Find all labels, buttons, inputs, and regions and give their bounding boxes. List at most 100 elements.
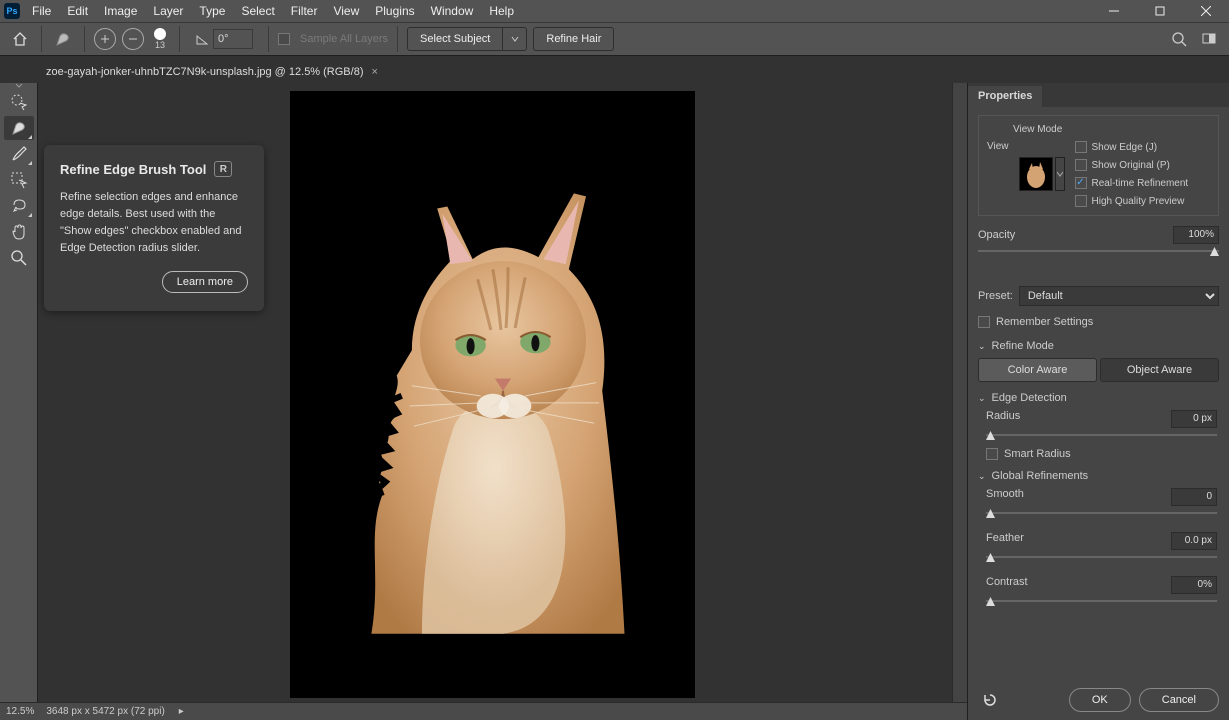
panel-footer: OK Cancel (978, 688, 1219, 712)
preset-select[interactable]: Default (1019, 286, 1219, 306)
subtract-from-selection-icon[interactable] (122, 28, 144, 50)
smooth-value[interactable]: 0 (1171, 488, 1217, 506)
doc-dimensions: 3648 px x 5472 px (72 ppi) (46, 706, 164, 717)
document-tab[interactable]: zoe-gayah-jonker-uhnbTZC7N9k-unsplash.jp… (38, 59, 386, 83)
global-refinements-header[interactable]: ⌄Global Refinements (978, 470, 1219, 482)
reset-icon[interactable] (978, 688, 1002, 712)
collapse-toolbar-icon[interactable] (0, 83, 37, 89)
select-subject-dropdown[interactable] (503, 27, 527, 51)
zoom-tool[interactable] (4, 246, 34, 270)
lasso-tool[interactable] (4, 194, 34, 218)
hq-preview-checkbox[interactable] (1075, 195, 1087, 207)
feather-value[interactable]: 0.0 px (1171, 532, 1217, 550)
tooltip-shortcut-key: R (214, 161, 232, 177)
view-label: View (987, 141, 1009, 152)
search-icon[interactable] (1167, 27, 1191, 51)
menu-select[interactable]: Select (233, 0, 282, 22)
menu-layer[interactable]: Layer (145, 0, 191, 22)
learn-more-button[interactable]: Learn more (162, 271, 248, 293)
tooltip-description: Refine selection edges and enhance edge … (60, 189, 248, 257)
remember-settings-checkbox[interactable] (978, 316, 990, 328)
refine-mode-header[interactable]: ⌄Refine Mode (978, 340, 1219, 352)
view-thumbnail[interactable] (1019, 157, 1053, 191)
quick-select-tool[interactable] (4, 90, 34, 114)
canvas-area[interactable]: Refine Edge Brush Tool R Refine selectio… (38, 83, 952, 720)
titlebar: Ps File Edit Image Layer Type Select Fil… (0, 0, 1229, 22)
feather-label: Feather (986, 532, 1024, 550)
menu-file[interactable]: File (24, 0, 59, 22)
show-edge-checkbox[interactable] (1075, 141, 1087, 153)
menu-edit[interactable]: Edit (59, 0, 96, 22)
contrast-value[interactable]: 0% (1171, 576, 1217, 594)
menu-help[interactable]: Help (481, 0, 522, 22)
window-controls (1091, 0, 1229, 22)
sample-all-layers-checkbox[interactable] (278, 33, 290, 45)
show-original-label: Show Original (P) (1092, 160, 1170, 171)
refine-hair-button[interactable]: Refine Hair (533, 27, 614, 51)
status-bar: 12.5% 3648 px x 5472 px (72 ppi) ▸ (0, 702, 967, 720)
screen-mode-icon[interactable] (1197, 27, 1221, 51)
view-mode-title: View Mode (987, 124, 1210, 135)
view-mode-section: View Mode View Show Edge (J) Show Origin… (978, 115, 1219, 216)
minimize-button[interactable] (1091, 0, 1137, 22)
hand-tool[interactable] (4, 220, 34, 244)
properties-tab[interactable]: Properties (968, 86, 1042, 107)
show-edge-label: Show Edge (J) (1092, 142, 1158, 153)
menu-view[interactable]: View (325, 0, 367, 22)
hq-preview-label: High Quality Preview (1092, 196, 1185, 207)
menu-filter[interactable]: Filter (283, 0, 326, 22)
close-tab-icon[interactable]: × (371, 66, 377, 78)
object-aware-button[interactable]: Object Aware (1100, 358, 1219, 382)
document-tab-bar: zoe-gayah-jonker-uhnbTZC7N9k-unsplash.jp… (0, 55, 1229, 83)
contrast-slider[interactable] (986, 596, 1217, 606)
smart-radius-checkbox[interactable] (986, 448, 998, 460)
sample-all-layers-label: Sample All Layers (300, 33, 388, 45)
canvas-image (341, 150, 645, 672)
brush-dot-icon (154, 28, 166, 40)
brush-size-indicator[interactable]: 13 (154, 28, 166, 50)
realtime-refinement-checkbox[interactable] (1075, 177, 1087, 189)
menu-window[interactable]: Window (423, 0, 482, 22)
color-aware-button[interactable]: Color Aware (978, 358, 1097, 382)
zoom-level[interactable]: 12.5% (6, 706, 34, 717)
app-logo: Ps (0, 0, 24, 22)
menu-type[interactable]: Type (191, 0, 233, 22)
menu-plugins[interactable]: Plugins (367, 0, 422, 22)
object-select-tool[interactable] (4, 168, 34, 192)
opacity-slider[interactable] (978, 246, 1219, 256)
options-bar: 13 Sample All Layers Select Subject Refi… (0, 22, 1229, 55)
close-button[interactable] (1183, 0, 1229, 22)
cancel-button[interactable]: Cancel (1139, 688, 1219, 712)
current-tool-icon[interactable] (51, 27, 75, 51)
smooth-label: Smooth (986, 488, 1024, 506)
smart-radius-label: Smart Radius (1004, 448, 1071, 460)
remember-settings-label: Remember Settings (996, 316, 1093, 328)
angle-icon (195, 32, 209, 46)
select-subject-button[interactable]: Select Subject (407, 27, 503, 51)
add-to-selection-icon[interactable] (94, 28, 116, 50)
left-toolbar (0, 83, 38, 720)
edge-detection-header[interactable]: ⌄Edge Detection (978, 392, 1219, 404)
document-canvas[interactable] (290, 91, 695, 698)
smooth-slider[interactable] (986, 508, 1217, 518)
feather-slider[interactable] (986, 552, 1217, 562)
menubar: File Edit Image Layer Type Select Filter… (24, 0, 1091, 22)
tooltip-title: Refine Edge Brush Tool (60, 162, 206, 177)
realtime-refinement-label: Real-time Refinement (1092, 178, 1189, 189)
menu-image[interactable]: Image (96, 0, 145, 22)
brush-size-value: 13 (155, 40, 165, 50)
ok-button[interactable]: OK (1069, 688, 1131, 712)
brush-tool[interactable] (4, 142, 34, 166)
refine-edge-brush-tool[interactable] (4, 116, 34, 140)
home-icon[interactable] (8, 27, 32, 51)
vertical-scrollbar[interactable] (952, 83, 967, 720)
radius-slider[interactable] (986, 430, 1217, 440)
opacity-value[interactable]: 100% (1173, 226, 1219, 244)
show-original-checkbox[interactable] (1075, 159, 1087, 171)
view-thumbnail-dropdown[interactable] (1055, 157, 1065, 191)
radius-value[interactable]: 0 px (1171, 410, 1217, 428)
contrast-label: Contrast (986, 576, 1028, 594)
angle-input[interactable] (213, 29, 253, 49)
maximize-button[interactable] (1137, 0, 1183, 22)
status-flyout-icon[interactable]: ▸ (179, 706, 184, 717)
